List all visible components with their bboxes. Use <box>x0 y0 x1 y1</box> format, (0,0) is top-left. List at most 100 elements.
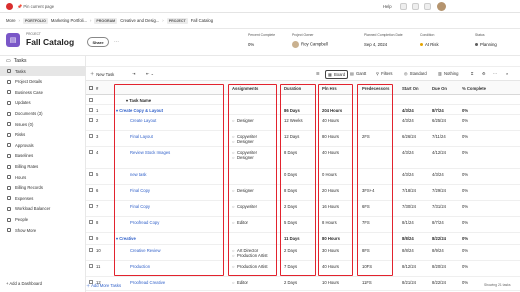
row-checkbox[interactable] <box>89 204 93 208</box>
due-date-cell[interactable]: 8/7/24 <box>432 108 444 113</box>
pin-page-button[interactable]: 📌 Pin current page <box>17 4 54 10</box>
new-task-label: New Task <box>96 71 115 77</box>
toolbar-icon-2[interactable]: ⚙ <box>482 71 486 76</box>
toolbar-icon-1[interactable]: ⌗ <box>471 71 473 76</box>
sidebar-item-icon <box>7 143 11 148</box>
row-checkbox[interactable] <box>89 108 93 112</box>
col-percent-complete[interactable]: % Complete <box>462 86 486 91</box>
select-all-checkbox[interactable] <box>89 85 93 90</box>
row-checkbox[interactable] <box>89 172 93 176</box>
start-date-cell[interactable]: 8/8/24 <box>402 248 414 253</box>
start-date-cell[interactable]: 4/3/24 <box>402 118 414 123</box>
field-value-owner[interactable]: Roy Campbell <box>292 41 328 48</box>
new-task-button[interactable]: ＋ New Task <box>90 71 114 77</box>
view-standard-button[interactable]: ◎ Standard <box>404 71 427 76</box>
row-checkbox[interactable] <box>89 118 93 122</box>
sidebar-item-risks[interactable]: Risks <box>0 130 86 140</box>
sidebar-item-expenses[interactable]: Expenses <box>0 193 86 203</box>
row-checkbox[interactable] <box>89 236 93 240</box>
list-view-icon[interactable]: ☰ <box>316 71 320 76</box>
apps-icon[interactable] <box>412 3 419 10</box>
add-dashboard-link[interactable]: + Add a Dashboard <box>6 281 42 286</box>
sidebar-item-hours[interactable]: Hours <box>0 172 86 182</box>
row-checkbox[interactable] <box>89 134 93 138</box>
due-date-cell[interactable]: 8/20/24 <box>432 264 446 269</box>
row-checkbox[interactable] <box>89 98 93 102</box>
sidebar-item-icon <box>7 196 11 201</box>
due-date-cell[interactable]: 8/22/24 <box>432 236 446 241</box>
sidebar-item-show-more[interactable]: Show More <box>0 225 86 235</box>
sidebar-item-issues-0[interactable]: Issues (0) <box>0 119 86 129</box>
sidebar-item-project-details[interactable]: Project Details <box>0 77 86 87</box>
field-label-status: Status <box>475 33 485 37</box>
due-date-cell[interactable]: 8/9/24 <box>432 248 444 253</box>
sidebar-item-documents-3[interactable]: Documents (3) <box>0 108 86 118</box>
user-avatar[interactable] <box>437 2 446 11</box>
start-date-cell[interactable]: 4/3/24 <box>402 108 414 113</box>
field-value-status[interactable]: Planning <box>475 42 497 47</box>
grouping-nothing-button[interactable]: ▥ Nothing <box>438 71 458 76</box>
search-icon[interactable] <box>400 3 407 10</box>
sidebar-item-updates[interactable]: Updates <box>0 98 86 108</box>
sidebar-item-tasks[interactable]: Tasks <box>0 66 86 77</box>
row-checkbox[interactable] <box>89 248 93 252</box>
breadcrumb-tag-project: PROJECT <box>166 17 188 24</box>
sidebar-item-approvals[interactable]: Approvals <box>0 140 86 150</box>
col-due-on[interactable]: Due On <box>432 86 447 91</box>
start-date-cell[interactable]: 7/30/24 <box>402 204 416 209</box>
more-options-icon[interactable]: ⋯ <box>114 39 119 45</box>
start-date-cell[interactable]: 4/3/24 <box>402 150 414 155</box>
due-date-cell[interactable]: 8/7/24 <box>432 220 444 225</box>
due-date-cell[interactable]: 7/11/24 <box>432 134 446 139</box>
due-date-cell[interactable]: 4/12/24 <box>432 150 446 155</box>
start-date-cell[interactable]: 8/1/24 <box>402 220 414 225</box>
sidebar-item-icon <box>7 153 11 158</box>
field-value-condition[interactable]: At Risk <box>420 42 439 47</box>
sidebar-item-label: Hours <box>15 174 27 180</box>
task-number: 6 <box>96 188 99 193</box>
indent-icon[interactable]: ⇥ <box>132 71 136 76</box>
due-date-cell[interactable]: 7/31/24 <box>432 204 446 209</box>
start-date-cell[interactable]: 7/18/24 <box>402 188 416 193</box>
sidebar-item-icon <box>7 228 11 233</box>
toolbar-icon-3[interactable]: ⋯ <box>493 71 497 76</box>
help-link[interactable]: Help <box>383 4 392 9</box>
add-more-tasks-label: Add More Tasks <box>91 283 122 288</box>
due-date-cell[interactable]: 6/25/24 <box>432 118 446 123</box>
app-logo-icon[interactable] <box>6 3 13 10</box>
breadcrumb-portfolio[interactable]: Marketing Portfoli... <box>51 18 87 23</box>
sidebar-item-business-case[interactable]: Business Case <box>0 87 86 97</box>
search-tasks-icon[interactable]: ⌕ <box>506 71 508 76</box>
start-date-cell[interactable]: 6/26/24 <box>402 134 416 139</box>
col-number[interactable]: # <box>96 86 98 91</box>
sidebar-item-baselines[interactable]: Baselines <box>0 151 86 161</box>
outdent-icon[interactable]: ⇤ ⌄ <box>146 71 154 76</box>
filters-button[interactable]: ⚲ Filters <box>376 71 392 76</box>
start-date-cell[interactable]: 4/3/24 <box>402 172 414 177</box>
row-checkbox[interactable] <box>89 150 93 154</box>
sidebar-item-billing-records[interactable]: Billing Records <box>0 183 86 193</box>
start-date-cell[interactable]: 8/12/24 <box>402 264 416 269</box>
gantt-view-button[interactable]: ▤ Gantt <box>350 71 366 76</box>
row-checkbox[interactable] <box>89 264 93 268</box>
sidebar-item-workload-balancer[interactable]: Workload Balancer <box>0 204 86 214</box>
due-date-cell[interactable]: 7/29/24 <box>432 188 446 193</box>
gantt-label: Gantt <box>355 71 367 76</box>
breadcrumb: More › PORTFOLIO Marketing Portfoli... › P… <box>0 13 520 29</box>
sidebar-item-people[interactable]: People <box>0 214 86 224</box>
start-date-cell[interactable]: 8/8/24 <box>402 236 414 241</box>
col-start-on[interactable]: Start On <box>402 86 419 91</box>
due-date-cell[interactable]: 4/3/24 <box>432 172 444 177</box>
share-button[interactable]: Share <box>87 37 109 47</box>
row-checkbox[interactable] <box>89 188 93 192</box>
breadcrumb-program[interactable]: Creative and Desig... <box>120 18 159 23</box>
add-more-tasks-link[interactable]: ＋ Add More Tasks <box>86 283 121 289</box>
row-checkbox[interactable] <box>89 220 93 224</box>
breadcrumb-tag-program: PROGRAM <box>94 17 118 24</box>
board-view-button[interactable]: ▦ Board <box>325 70 349 79</box>
task-number: 8 <box>96 220 99 225</box>
breadcrumb-project[interactable]: Fall Catalog <box>191 18 213 23</box>
notifications-icon[interactable] <box>424 3 431 10</box>
sidebar-item-billing-rates[interactable]: Billing Rates <box>0 161 86 171</box>
breadcrumb-more[interactable]: More <box>6 18 16 23</box>
